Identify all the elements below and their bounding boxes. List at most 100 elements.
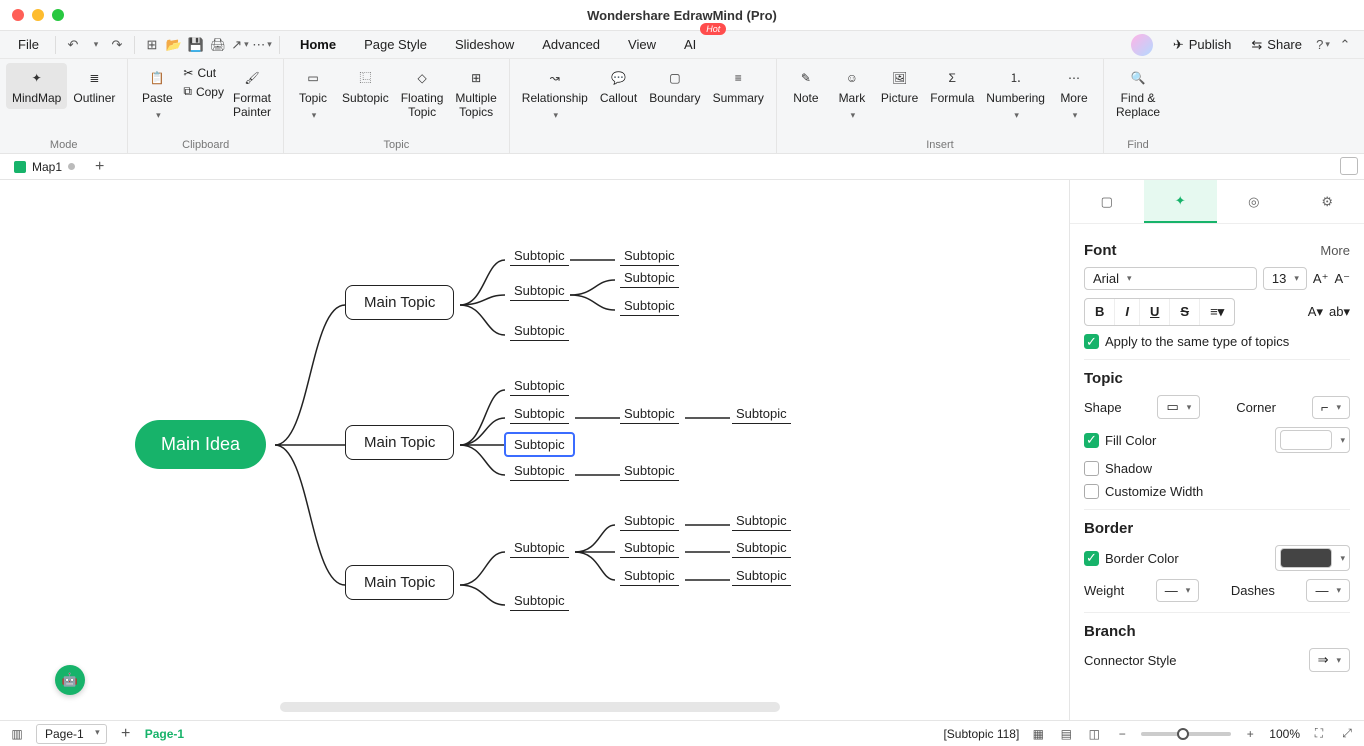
minimize-icon[interactable] xyxy=(32,9,44,21)
subtopic-node[interactable]: Subtopic xyxy=(510,406,569,424)
zoom-in-button[interactable]: + xyxy=(1241,725,1259,743)
shape-select[interactable]: ▭ xyxy=(1157,395,1200,419)
page-select[interactable]: Page-1 xyxy=(36,724,107,744)
find-replace-button[interactable]: 🔍Find & Replace xyxy=(1110,63,1166,124)
view-mode-3-icon[interactable]: ◫ xyxy=(1085,725,1103,743)
subtopic-node[interactable]: Subtopic xyxy=(510,323,569,341)
subtopic-node-selected[interactable]: Subtopic xyxy=(504,432,575,457)
subtopic-button[interactable]: ⿺Subtopic xyxy=(336,63,395,109)
boundary-button[interactable]: ▢Boundary xyxy=(643,63,706,109)
subtopic-node[interactable]: Subtopic xyxy=(510,378,569,396)
font-size-select[interactable]: 13 xyxy=(1263,267,1307,290)
add-page-button[interactable]: + xyxy=(117,725,135,743)
corner-select[interactable]: ⌐ xyxy=(1312,396,1350,419)
font-decrease-button[interactable]: A⁻ xyxy=(1334,271,1350,287)
weight-select[interactable]: — xyxy=(1156,579,1200,602)
mindmap-button[interactable]: ✦MindMap xyxy=(6,63,67,109)
main-topic-node[interactable]: Main Topic xyxy=(345,285,454,320)
tab-view[interactable]: View xyxy=(616,33,668,56)
border-color-picker[interactable] xyxy=(1275,545,1350,571)
redo-icon[interactable]: ↷ xyxy=(108,36,126,54)
underline-button[interactable]: U xyxy=(1140,299,1170,325)
document-tab[interactable]: Map1 xyxy=(6,158,83,176)
panel-tab-settings[interactable]: ⚙ xyxy=(1291,180,1364,223)
subtopic-node[interactable]: Subtopic xyxy=(732,540,791,558)
floating-topic-button[interactable]: ◇Floating Topic xyxy=(395,63,450,124)
main-topic-node[interactable]: Main Topic xyxy=(345,425,454,460)
connector-style-select[interactable]: ⇒ xyxy=(1309,648,1350,672)
subtopic-node[interactable]: Subtopic xyxy=(732,513,791,531)
new-tab-button[interactable]: + xyxy=(89,158,110,176)
print-icon[interactable]: 🖨 xyxy=(209,36,227,54)
current-page-name[interactable]: Page-1 xyxy=(145,727,184,741)
subtopic-node[interactable]: Subtopic xyxy=(620,568,679,586)
ai-chat-button[interactable]: 🤖 xyxy=(55,665,85,695)
font-color-button[interactable]: A▾ xyxy=(1308,304,1323,320)
subtopic-node[interactable]: Subtopic xyxy=(620,298,679,316)
undo-dropdown[interactable] xyxy=(86,36,104,54)
subtopic-node[interactable]: Subtopic xyxy=(620,270,679,288)
subtopic-node[interactable]: Subtopic xyxy=(510,593,569,611)
apply-same-checkbox[interactable]: ✓ xyxy=(1084,334,1099,349)
tab-home[interactable]: Home xyxy=(288,33,348,56)
font-increase-button[interactable]: A⁺ xyxy=(1313,271,1329,287)
tab-slideshow[interactable]: Slideshow xyxy=(443,33,526,56)
fill-color-picker[interactable] xyxy=(1275,427,1350,453)
align-button[interactable]: ≡▾ xyxy=(1200,299,1234,325)
format-painter-button[interactable]: 🖌Format Painter xyxy=(227,63,277,124)
subtopic-node[interactable]: Subtopic xyxy=(510,540,569,558)
strike-button[interactable]: S xyxy=(1170,299,1200,325)
maximize-icon[interactable] xyxy=(52,9,64,21)
undo-icon[interactable]: ↶ xyxy=(64,36,82,54)
tab-page-style[interactable]: Page Style xyxy=(352,33,439,56)
mark-button[interactable]: ☺Mark xyxy=(829,63,875,126)
border-color-checkbox[interactable]: ✓ xyxy=(1084,551,1099,566)
formula-button[interactable]: ΣFormula xyxy=(924,63,980,109)
subtopic-node[interactable]: Subtopic xyxy=(620,463,679,481)
subtopic-node[interactable]: Subtopic xyxy=(510,283,569,301)
help-icon[interactable]: ? xyxy=(1314,36,1332,54)
fill-color-checkbox[interactable]: ✓ xyxy=(1084,433,1099,448)
tab-advanced[interactable]: Advanced xyxy=(530,33,612,56)
subtopic-node[interactable]: Subtopic xyxy=(620,540,679,558)
open-icon[interactable]: 📂 xyxy=(165,36,183,54)
italic-button[interactable]: I xyxy=(1115,299,1140,325)
root-node[interactable]: Main Idea xyxy=(135,420,266,469)
outliner-button[interactable]: ≣Outliner xyxy=(67,63,121,109)
copy-button[interactable]: ⧉Copy xyxy=(180,83,227,100)
panel-tab-topic[interactable]: ▢ xyxy=(1070,180,1144,223)
export-icon[interactable]: ↗ xyxy=(231,36,249,54)
publish-button[interactable]: ✈Publish xyxy=(1165,37,1240,53)
note-button[interactable]: ✎Note xyxy=(783,63,829,109)
fit-page-icon[interactable]: ⛶ xyxy=(1310,725,1328,743)
view-mode-1-icon[interactable]: ▦ xyxy=(1029,725,1047,743)
font-family-select[interactable]: Arial xyxy=(1084,267,1257,290)
text-case-button[interactable]: ab▾ xyxy=(1329,304,1350,320)
subtopic-node[interactable]: Subtopic xyxy=(620,248,679,266)
subtopic-node[interactable]: Subtopic xyxy=(732,568,791,586)
close-icon[interactable] xyxy=(12,9,24,21)
share-button[interactable]: ⇆Share xyxy=(1243,37,1310,53)
customize-width-checkbox[interactable] xyxy=(1084,484,1099,499)
collapse-ribbon-icon[interactable]: ⌃ xyxy=(1336,36,1354,54)
dashes-select[interactable]: — xyxy=(1306,579,1350,602)
panel-tab-map[interactable]: ◎ xyxy=(1217,180,1291,223)
canvas[interactable]: Main Idea Main Topic Main Topic Main Top… xyxy=(0,180,1069,720)
subtopic-node[interactable]: Subtopic xyxy=(510,248,569,266)
more-quick-icon[interactable]: ⋯ xyxy=(253,36,271,54)
panel-tab-style[interactable]: ✦ xyxy=(1144,180,1218,223)
subtopic-node[interactable]: Subtopic xyxy=(510,463,569,481)
picture-button[interactable]: 🖼Picture xyxy=(875,63,924,109)
zoom-out-button[interactable]: − xyxy=(1113,725,1131,743)
outline-pane-icon[interactable]: ▥ xyxy=(8,725,26,743)
cut-button[interactable]: ✂Cut xyxy=(180,65,227,81)
main-topic-node[interactable]: Main Topic xyxy=(345,565,454,600)
new-icon[interactable]: ⊞ xyxy=(143,36,161,54)
callout-button[interactable]: 💬Callout xyxy=(594,63,643,109)
view-mode-2-icon[interactable]: ▤ xyxy=(1057,725,1075,743)
multiple-topics-button[interactable]: ⊞Multiple Topics xyxy=(449,63,502,124)
bold-button[interactable]: B xyxy=(1085,299,1115,325)
topic-button[interactable]: ▭Topic xyxy=(290,63,336,126)
numbering-button[interactable]: ⒈Numbering xyxy=(980,63,1051,126)
subtopic-node[interactable]: Subtopic xyxy=(620,513,679,531)
